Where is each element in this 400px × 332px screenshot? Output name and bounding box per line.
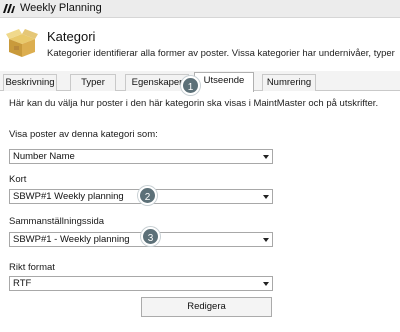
chevron-down-icon (263, 155, 269, 159)
step-badge-3: 3 (141, 227, 160, 246)
page-title: Kategori (47, 29, 96, 44)
box-icon (6, 29, 38, 57)
title-bar: Weekly Planning (0, 0, 400, 18)
rich-format-value: RTF (13, 278, 32, 289)
tab-numrering[interactable]: Numrering (262, 74, 316, 91)
chevron-down-icon (263, 282, 269, 286)
edit-button[interactable]: Redigera (141, 297, 272, 317)
appearance-panel: Här kan du välja hur poster i den här ka… (0, 92, 400, 332)
chevron-down-icon (263, 238, 269, 242)
display-as-value: Number Name (13, 151, 75, 162)
maintmaster-logo-icon (3, 4, 15, 13)
tab-typer[interactable]: Typer (70, 74, 116, 91)
step-badge-2: 2 (138, 186, 157, 205)
chevron-down-icon (263, 195, 269, 199)
card-value: SBWP#1 Weekly planning (13, 191, 124, 202)
step-badge-1: 1 (181, 76, 200, 95)
tab-egenskaper[interactable]: Egenskaper (125, 74, 189, 91)
summary-page-value: SBWP#1 - Weekly planning (13, 234, 130, 245)
tab-beskrivning[interactable]: Beskrivning (3, 74, 57, 91)
tab-strip: Beskrivning Typer Egenskaper Utseende Nu… (0, 71, 400, 92)
window-title: Weekly Planning (20, 2, 102, 14)
summary-page-label: Sammanställningssida (9, 216, 105, 227)
display-as-select[interactable]: Number Name (9, 149, 273, 164)
card-label: Kort (9, 174, 27, 185)
intro-text: Här kan du välja hur poster i den här ka… (9, 98, 379, 109)
page-description: Kategorier identifierar alla former av p… (47, 48, 395, 59)
category-header: Kategori Kategorier identifierar alla fo… (0, 19, 400, 71)
display-as-label: Visa poster av denna kategori som: (9, 129, 158, 140)
tab-utseende[interactable]: Utseende (194, 72, 254, 92)
rich-format-label: Rikt format (9, 262, 55, 273)
rich-format-select[interactable]: RTF (9, 276, 273, 291)
